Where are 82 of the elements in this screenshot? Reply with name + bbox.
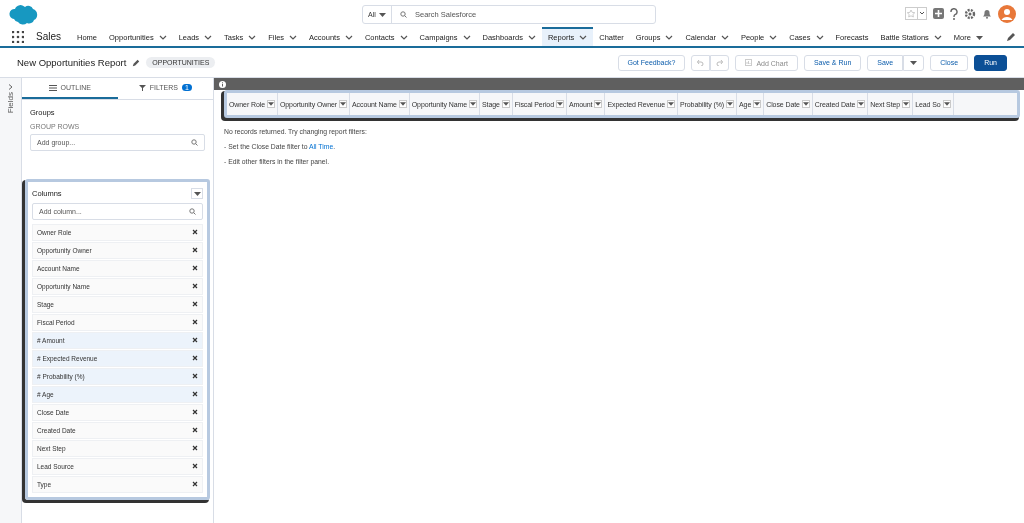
filter-icon bbox=[138, 84, 146, 91]
column-menu-button[interactable] bbox=[942, 100, 951, 108]
chevron-down-icon[interactable] bbox=[158, 35, 167, 40]
redo-icon bbox=[716, 58, 724, 66]
help-icon[interactable] bbox=[950, 7, 958, 20]
remove-icon[interactable] bbox=[192, 463, 198, 469]
undo-icon bbox=[697, 58, 705, 66]
column-menu-button[interactable] bbox=[857, 100, 866, 108]
cloud-logo bbox=[8, 2, 40, 25]
chevron-down-icon[interactable] bbox=[462, 35, 471, 40]
app-name: Sales bbox=[36, 30, 61, 44]
chevron-down-icon[interactable] bbox=[579, 35, 588, 40]
fields-panel-toggle[interactable]: Fields bbox=[6, 92, 15, 114]
column-menu-button[interactable] bbox=[902, 100, 911, 108]
caret-icon bbox=[595, 102, 602, 106]
edit-pencil-icon[interactable] bbox=[132, 58, 141, 67]
chevron-down-icon[interactable] bbox=[933, 35, 942, 40]
remove-icon[interactable] bbox=[192, 409, 198, 415]
remove-icon[interactable] bbox=[192, 427, 198, 433]
chevron-down-icon[interactable] bbox=[204, 35, 213, 40]
caret-icon bbox=[802, 102, 809, 106]
chart-icon bbox=[745, 58, 753, 66]
remove-icon[interactable] bbox=[192, 373, 198, 379]
remove-icon[interactable] bbox=[192, 355, 198, 361]
column-menu-button[interactable] bbox=[266, 100, 275, 108]
caret-icon bbox=[754, 102, 761, 106]
remove-icon[interactable] bbox=[192, 445, 198, 451]
chevron-down-icon[interactable] bbox=[248, 35, 257, 40]
expand-chevron-icon[interactable] bbox=[8, 84, 13, 90]
add-icon[interactable] bbox=[933, 8, 944, 19]
search-icon bbox=[191, 139, 198, 146]
save-menu-button[interactable] bbox=[903, 54, 925, 71]
remove-icon[interactable] bbox=[192, 319, 198, 325]
column-menu-button[interactable] bbox=[726, 100, 735, 108]
user-avatar[interactable] bbox=[998, 4, 1016, 23]
remove-icon[interactable] bbox=[192, 481, 198, 487]
caret-icon bbox=[943, 102, 950, 106]
caret-icon bbox=[267, 102, 274, 106]
chevron-down-icon[interactable] bbox=[720, 35, 729, 40]
chevron-down-icon[interactable] bbox=[527, 35, 536, 40]
remove-icon[interactable] bbox=[192, 283, 198, 289]
column-menu-button[interactable] bbox=[501, 100, 510, 108]
column-menu-button[interactable] bbox=[753, 100, 762, 108]
search-icon bbox=[189, 208, 196, 215]
chevron-down-icon[interactable] bbox=[815, 35, 824, 40]
list-icon bbox=[48, 84, 57, 91]
caret-icon bbox=[903, 102, 910, 106]
remove-icon[interactable] bbox=[192, 337, 198, 343]
caret-icon bbox=[668, 102, 675, 106]
caret-icon bbox=[556, 102, 563, 106]
remove-icon[interactable] bbox=[192, 247, 198, 253]
caret-icon bbox=[340, 102, 347, 106]
report-title: New Opportunities Report bbox=[17, 57, 127, 68]
caret-icon bbox=[858, 102, 865, 106]
chevron-down-icon[interactable] bbox=[289, 35, 298, 40]
column-menu-button[interactable] bbox=[468, 100, 477, 108]
columns-menu-button[interactable] bbox=[191, 188, 203, 199]
app-launcher-icon[interactable] bbox=[12, 30, 24, 43]
caret-icon bbox=[727, 102, 734, 106]
caret-icon bbox=[910, 61, 918, 65]
remove-icon[interactable] bbox=[192, 265, 198, 271]
settings-icon[interactable] bbox=[964, 7, 976, 20]
chevron-down-icon[interactable] bbox=[344, 35, 353, 40]
edit-pencil-icon[interactable] bbox=[1006, 31, 1016, 42]
notifications-bell-icon[interactable] bbox=[982, 8, 992, 19]
remove-icon[interactable] bbox=[192, 391, 198, 397]
column-menu-button[interactable] bbox=[339, 100, 348, 108]
column-menu-button[interactable] bbox=[594, 100, 603, 108]
chevron-down-icon[interactable] bbox=[399, 35, 408, 40]
chevron-down-icon[interactable] bbox=[769, 35, 778, 40]
column-menu-button[interactable] bbox=[398, 100, 407, 108]
caret-icon bbox=[399, 102, 406, 106]
chevron-down-icon[interactable] bbox=[665, 35, 674, 40]
caret-icon bbox=[193, 191, 201, 196]
column-menu-button[interactable] bbox=[555, 100, 564, 108]
remove-icon[interactable] bbox=[192, 229, 198, 235]
remove-icon[interactable] bbox=[192, 301, 198, 307]
caret-icon bbox=[975, 35, 983, 40]
caret-icon bbox=[469, 102, 476, 106]
column-menu-button[interactable] bbox=[667, 100, 676, 108]
column-menu-button[interactable] bbox=[801, 100, 810, 108]
caret-icon bbox=[502, 102, 509, 106]
